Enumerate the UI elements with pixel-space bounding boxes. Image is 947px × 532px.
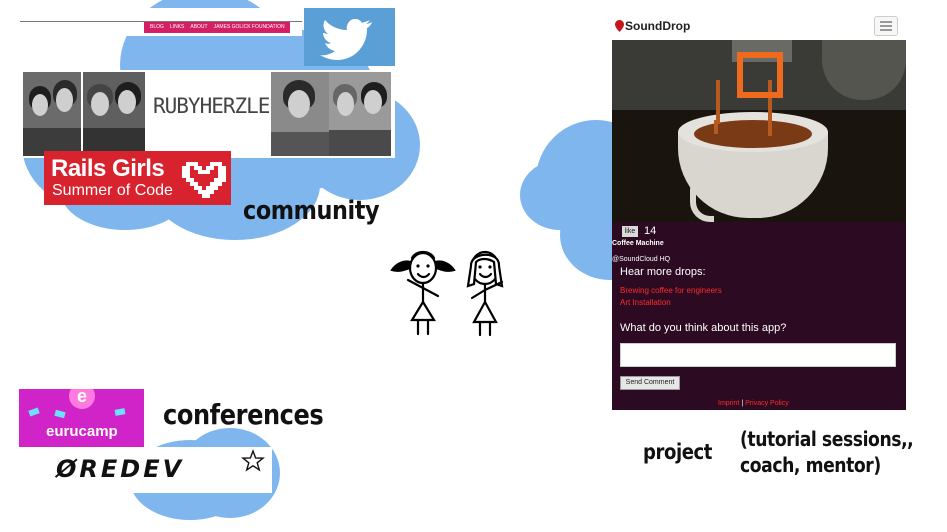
railsgirls-subtitle: Summer of Code <box>52 182 173 199</box>
like-count: 14 <box>644 225 657 237</box>
conferences-caption: conferences <box>163 398 324 431</box>
footer-separator: | <box>741 400 744 407</box>
eurucamp-wordmark: eurucamp <box>46 423 118 440</box>
photobooth-photo <box>271 72 329 156</box>
blog-nav-links: BLOG LINKS ABOUT JAMES GOLICK FOUNDATION <box>150 24 285 30</box>
project-roles-note: (tutorial sessions,, coach, mentor) <box>740 427 914 477</box>
twitter-bird-icon <box>320 19 372 60</box>
oredev-wordmark: ØREDEV <box>56 455 185 483</box>
eurucamp-logo: e eurucamp <box>19 389 144 447</box>
stick-figures-illustration <box>390 250 504 337</box>
blog-nav-link[interactable]: ABOUT <box>190 24 207 30</box>
railsgirls-title: Rails Girls <box>51 155 165 182</box>
like-button[interactable]: like <box>622 226 638 237</box>
comment-textarea[interactable] <box>620 343 896 367</box>
privacy-policy-link[interactable]: Privacy Policy <box>745 400 789 407</box>
drop-details-panel: like 14 Coffee Machine @SoundCloud HQ He… <box>612 222 906 410</box>
twitter-logo <box>304 8 395 66</box>
hear-more-heading: Hear more drops: <box>620 266 706 278</box>
footer-links: Imprint | Privacy Policy <box>718 400 789 407</box>
star-outline-icon <box>241 449 265 472</box>
drop-link[interactable]: Brewing coffee for engineers <box>620 286 722 295</box>
blog-nav-link[interactable]: LINKS <box>170 24 184 30</box>
drop-location: @SoundCloud HQ <box>612 256 671 263</box>
community-caption: community <box>243 196 380 226</box>
sounddrop-app-screenshot: SoundDrop like 14 Coffee Machine @SoundC… <box>612 12 906 410</box>
blog-nav-link[interactable]: BLOG <box>150 24 164 30</box>
oredev-logo: ØREDEV <box>44 447 272 493</box>
eurucamp-e-badge: e <box>69 389 95 409</box>
map-pin-icon <box>615 20 624 32</box>
send-comment-button[interactable]: Send Comment <box>620 376 680 390</box>
feedback-question: What do you think about this app? <box>620 322 787 334</box>
sounddrop-brand[interactable]: SoundDrop <box>625 19 690 33</box>
blog-header-banner: BLOG LINKS ABOUT JAMES GOLICK FOUNDATION <box>20 8 302 36</box>
photobooth-photo <box>23 72 81 156</box>
photo-strip-panel: RUBYHERZLEIN <box>20 70 395 158</box>
photobooth-photo <box>83 72 145 156</box>
orange-square-marker <box>737 52 783 98</box>
sounddrop-header: SoundDrop <box>612 12 906 40</box>
pixel-heart-icon <box>182 162 226 198</box>
railsgirls-logo: Rails Girls Summer of Code <box>44 151 231 205</box>
drop-title: Coffee Machine <box>612 240 664 247</box>
project-caption: project <box>643 440 713 464</box>
hamburger-icon <box>880 21 892 31</box>
imprint-link[interactable]: Imprint <box>718 400 739 407</box>
photobooth-photo <box>329 72 391 156</box>
coffee-machine-photo <box>612 40 906 222</box>
hamburger-menu-button[interactable] <box>874 16 898 36</box>
blog-nav-link[interactable]: JAMES GOLICK FOUNDATION <box>214 24 285 30</box>
drop-link[interactable]: Art Installation <box>620 298 671 307</box>
